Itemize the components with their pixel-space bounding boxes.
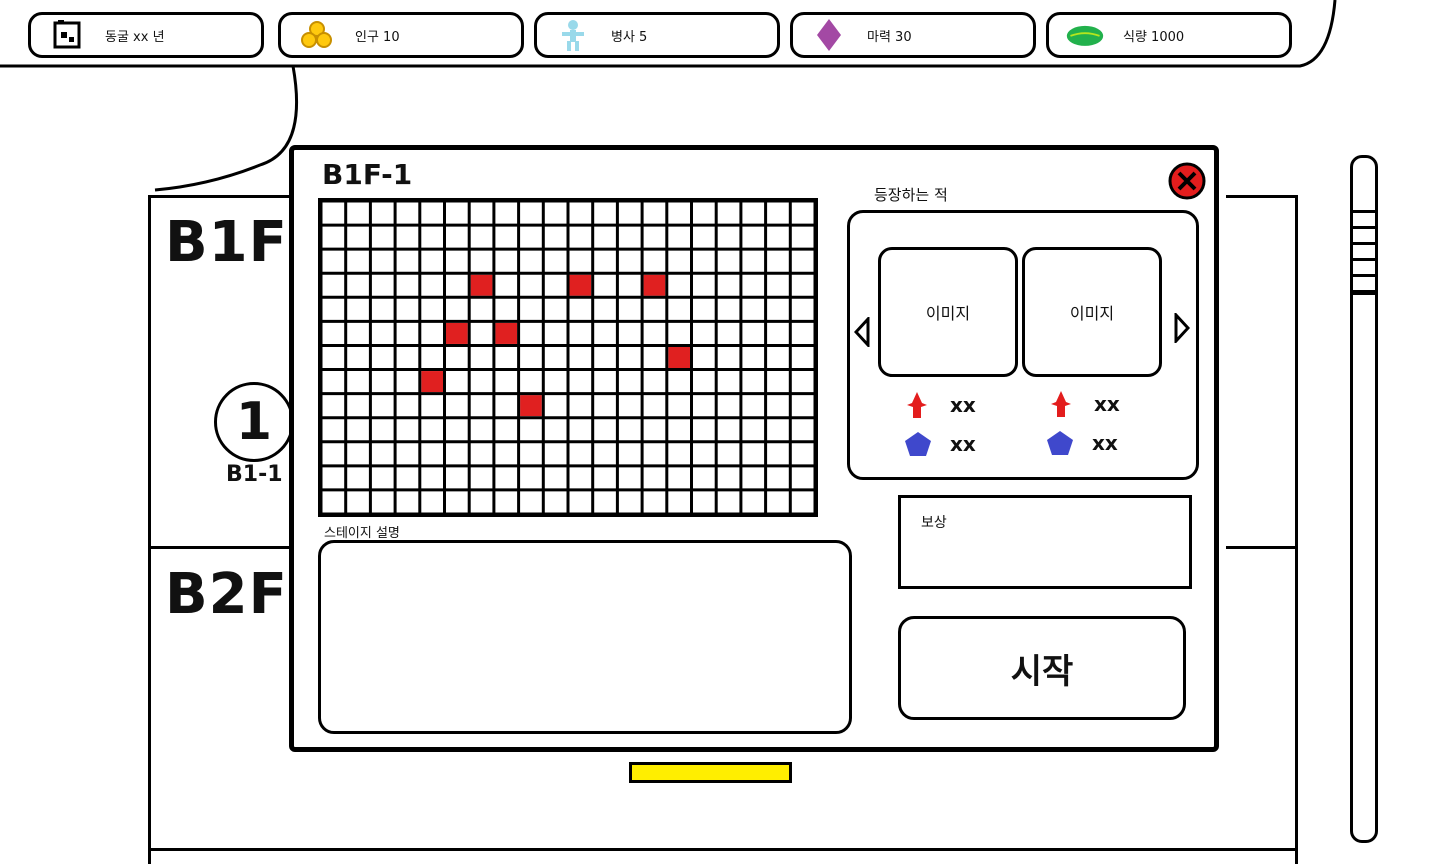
soldier-icon	[553, 18, 593, 52]
coins-icon	[297, 18, 337, 52]
enemy-attack-row: xx	[906, 391, 976, 419]
map-enemy-cell	[569, 274, 592, 296]
enemy-defense-value: xx	[1092, 431, 1118, 455]
scrollbar-thumb[interactable]	[1350, 210, 1378, 295]
resource-population: 인구 10	[278, 12, 524, 58]
close-button[interactable]	[1168, 162, 1206, 200]
close-icon	[1168, 162, 1206, 200]
resource-food-label: 식량 1000	[1123, 29, 1185, 45]
arrow-left-icon[interactable]	[854, 317, 870, 347]
stage-detail-modal: B1F-1 등장하는 적 이미지 이미지 xx xx xx xx 스테이지 설명…	[289, 145, 1219, 752]
floor-divider-top-right	[1226, 195, 1296, 198]
enemy-image-card[interactable]: 이미지	[1022, 247, 1162, 377]
stage-node-number: 1	[235, 392, 273, 452]
stage-node-1[interactable]: 1	[214, 382, 294, 462]
resource-mana: 마력 30	[790, 12, 1036, 58]
enemy-defense-row: xx	[904, 431, 976, 457]
enemy-attack-row: xx	[1050, 390, 1120, 418]
arrow-right-icon[interactable]	[1174, 313, 1190, 343]
resource-soldiers-label: 병사 5	[611, 29, 648, 45]
cave-icon	[47, 18, 87, 52]
enemies-heading: 등장하는 적	[874, 186, 948, 204]
stage-description-box	[318, 540, 852, 734]
map-enemy-cell	[643, 274, 666, 296]
resource-food: 식량 1000	[1046, 12, 1292, 58]
resource-soldiers: 병사 5	[534, 12, 780, 58]
floor-b1f-label[interactable]: B1F	[165, 210, 288, 275]
selection-highlight	[629, 762, 792, 783]
map-enemy-cell	[520, 395, 542, 417]
description-heading: 스테이지 설명	[324, 526, 400, 541]
stage-map-grid	[318, 198, 818, 517]
reward-heading: 보상	[921, 515, 947, 531]
floor-divider-top	[148, 195, 293, 198]
attack-icon	[1051, 391, 1071, 417]
enemy-attack-value: xx	[950, 393, 976, 417]
defense-icon	[1047, 431, 1073, 455]
map-enemy-cell	[446, 322, 468, 344]
enemy-defense-row: xx	[1046, 430, 1118, 456]
map-grid-svg	[321, 201, 815, 514]
enemy-panel: 이미지 이미지 xx xx xx xx	[847, 210, 1199, 480]
stage-title: B1F-1	[322, 158, 413, 191]
mana-gem-icon	[809, 18, 849, 52]
resource-population-label: 인구 10	[355, 29, 400, 45]
resource-years: 동굴 xx 년	[28, 12, 264, 58]
start-button[interactable]: 시작	[898, 616, 1186, 720]
floor-b2f-label[interactable]: B2F	[165, 562, 288, 627]
floor-divider-mid-right	[1226, 546, 1296, 549]
leaf-icon	[1065, 18, 1105, 52]
enemy-attack-value: xx	[1094, 392, 1120, 416]
attack-icon	[907, 392, 927, 418]
enemy-defense-value: xx	[950, 432, 976, 456]
map-enemy-cell	[470, 274, 493, 296]
reward-box: 보상	[898, 495, 1192, 589]
enemy-image-label: 이미지	[925, 304, 971, 323]
stage-node-label: B1-1	[226, 462, 283, 487]
floor-divider-mid	[148, 546, 293, 549]
defense-icon	[905, 432, 931, 456]
map-enemy-cell	[668, 346, 690, 369]
enemy-image-card[interactable]: 이미지	[878, 247, 1018, 377]
resource-years-label: 동굴 xx 년	[105, 29, 165, 45]
map-enemy-cell	[421, 371, 443, 393]
map-enemy-cell	[495, 322, 518, 344]
start-button-label: 시작	[1010, 651, 1074, 692]
resource-mana-label: 마력 30	[867, 29, 912, 45]
enemy-image-label: 이미지	[1069, 304, 1115, 323]
floor-divider-bottom	[148, 848, 1298, 851]
